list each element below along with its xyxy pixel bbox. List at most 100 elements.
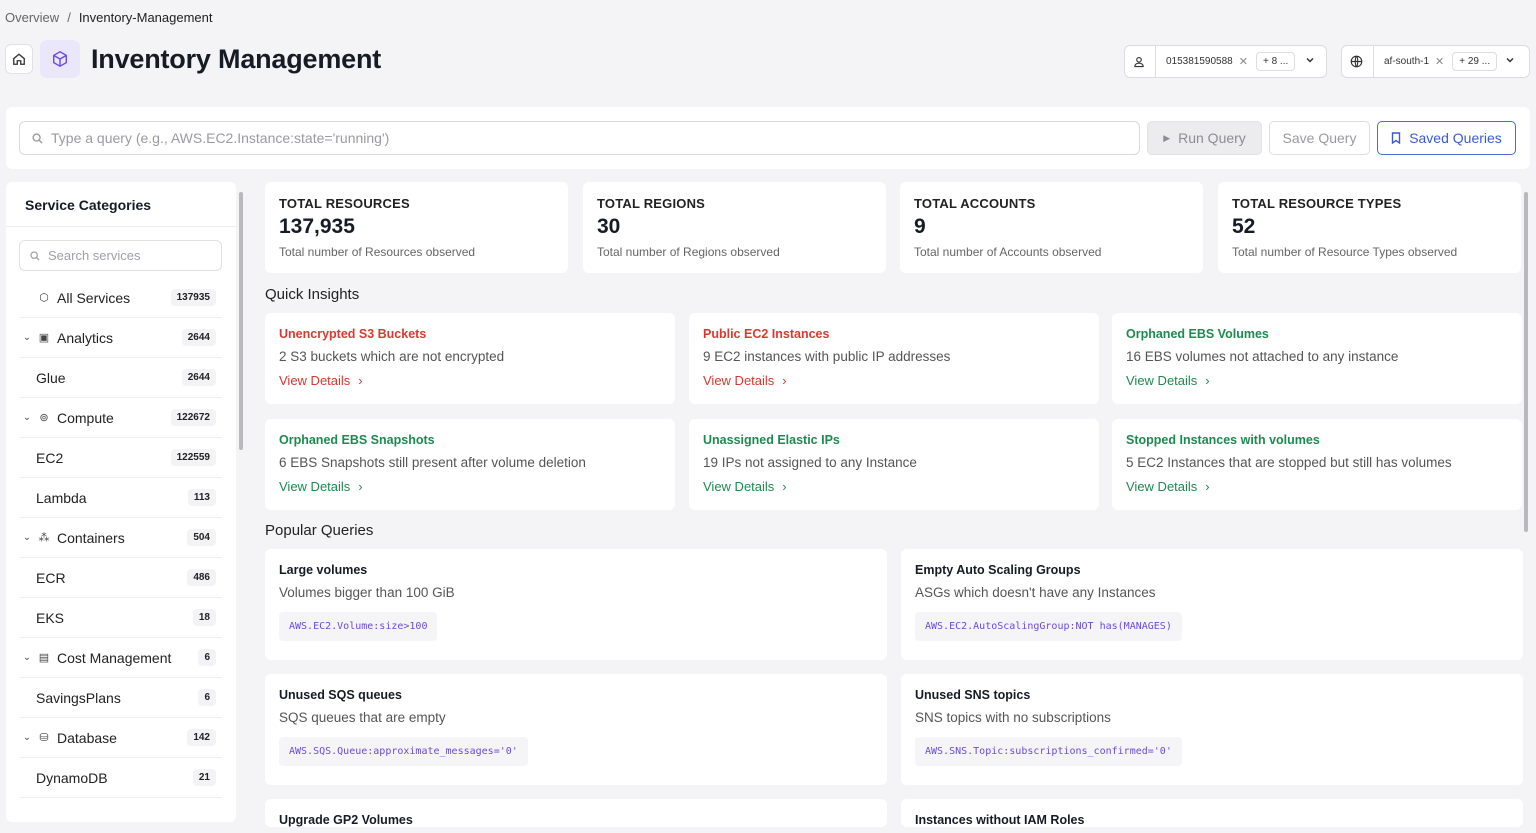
cube-logo — [40, 40, 80, 78]
sidebar-item-label: Lambda — [36, 489, 87, 506]
popular-query-card[interactable]: Upgrade GP2 Volumes — [265, 799, 887, 827]
popular-query-card[interactable]: Unused SQS queues SQS queues that are em… — [265, 674, 887, 785]
bookmark-icon — [1391, 132, 1401, 144]
account-filter[interactable]: 015381590588 ✕ + 8 ... — [1124, 45, 1327, 78]
stat-card-total-regions: TOTAL REGIONS 30 Total number of Regions… — [583, 182, 886, 273]
sidebar-scrollbar[interactable] — [238, 182, 244, 822]
view-details-link[interactable]: View Details › — [1126, 479, 1508, 494]
query-code[interactable]: AWS.EC2.AutoScalingGroup:NOT has(MANAGES… — [915, 612, 1182, 641]
sidebar-item-savingsplans[interactable]: SavingsPlans 6 — [19, 678, 222, 718]
count-badge: 2644 — [181, 369, 216, 386]
sidebar-item-compute[interactable]: ⌄ ⊚ Compute 122672 — [19, 398, 222, 438]
main-scrollbar[interactable] — [1522, 182, 1530, 822]
stat-card-total-resource-types: TOTAL RESOURCE TYPES 52 Total number of … — [1218, 182, 1521, 273]
popular-query-card[interactable]: Empty Auto Scaling Groups ASGs which doe… — [901, 549, 1523, 660]
stat-value: 30 — [597, 215, 621, 238]
view-details-link[interactable]: View Details › — [279, 479, 661, 494]
close-icon[interactable]: ✕ — [1239, 55, 1248, 68]
service-search-placeholder: Search services — [48, 248, 141, 263]
sidebar-item-label: All Services — [57, 289, 131, 306]
insight-description: 6 EBS Snapshots still present after volu… — [279, 455, 586, 470]
sidebar-item-database[interactable]: ⌄ ⛁ Database 142 — [19, 718, 222, 758]
money-icon: ▤ — [38, 652, 50, 664]
region-filter[interactable]: af-south-1 ✕ + 29 ... — [1341, 45, 1530, 78]
view-details-link[interactable]: View Details › — [703, 479, 1085, 494]
divider — [1373, 45, 1374, 78]
home-button[interactable] — [5, 44, 33, 74]
insight-description: 19 IPs not assigned to any Instance — [703, 455, 917, 470]
scrollbar-thumb[interactable] — [1524, 192, 1528, 532]
save-query-button[interactable]: Save Query — [1269, 121, 1370, 155]
sidebar-item-label: ECR — [36, 569, 66, 586]
chevron-down-icon[interactable]: ⌄ — [19, 652, 35, 663]
sidebar-item-dynamodb[interactable]: DynamoDB 21 — [19, 758, 222, 798]
scrollbar-thumb[interactable] — [239, 192, 243, 450]
sidebar-item-label: Cost Management — [57, 649, 172, 666]
chevron-down-icon[interactable] — [1305, 55, 1315, 68]
insight-description: 9 EC2 instances with public IP addresses — [703, 349, 951, 364]
query-code[interactable]: AWS.EC2.Volume:size>100 — [279, 612, 438, 641]
sidebar-item-ec2[interactable]: EC2 122559 — [19, 438, 222, 478]
sidebar-item-lambda[interactable]: Lambda 113 — [19, 478, 222, 518]
search-icon — [30, 250, 40, 261]
query-input[interactable]: Type a query (e.g., AWS.EC2.Instance:sta… — [19, 121, 1140, 155]
count-badge: 6 — [198, 689, 216, 706]
query-title: Unused SQS queues — [279, 688, 402, 702]
query-code[interactable]: AWS.SQS.Queue:approximate_messages='0' — [279, 737, 528, 766]
chevron-right-icon: › — [782, 373, 787, 388]
saved-queries-button[interactable]: Saved Queries — [1377, 121, 1516, 155]
popular-query-card[interactable]: Large volumes Volumes bigger than 100 Gi… — [265, 549, 887, 660]
query-code[interactable]: AWS.SNS.Topic:subscriptions_confirmed='0… — [915, 737, 1182, 766]
stat-description: Total number of Regions observed — [597, 245, 780, 259]
stat-value: 9 — [914, 215, 926, 238]
chevron-right-icon: › — [1205, 479, 1210, 494]
sidebar-item-ecr[interactable]: ECR 486 — [19, 558, 222, 598]
cube-icon: ⬡ — [39, 292, 49, 304]
run-query-button[interactable]: ▶ Run Query — [1147, 121, 1262, 155]
stat-label: TOTAL ACCOUNTS — [914, 196, 1036, 211]
user-icon — [1134, 56, 1144, 67]
cube-icon — [52, 50, 68, 68]
view-details-label: View Details — [1126, 479, 1198, 494]
breadcrumb-overview-link[interactable]: Overview — [5, 10, 59, 25]
count-badge: 2644 — [181, 329, 216, 346]
sidebar-item-label: SavingsPlans — [36, 689, 121, 706]
divider — [1155, 45, 1156, 78]
sidebar-item-cost-management[interactable]: ⌄ ▤ Cost Management 6 — [19, 638, 222, 678]
view-details-link[interactable]: View Details › — [1126, 373, 1508, 388]
insight-title: Orphaned EBS Snapshots — [279, 433, 435, 447]
chevron-down-icon[interactable]: ⌄ — [19, 532, 35, 543]
sidebar-item-analytics[interactable]: ⌄ ▣ Analytics 2644 — [19, 318, 222, 358]
run-query-label: Run Query — [1178, 130, 1246, 146]
chevron-down-icon[interactable]: ⌄ — [19, 732, 35, 743]
sidebar-item-glue[interactable]: Glue 2644 — [19, 358, 222, 398]
sidebar-item-label: DynamoDB — [36, 769, 108, 786]
sidebar-item-label: Database — [57, 729, 117, 746]
insight-card: Unencrypted S3 Buckets 2 S3 buckets whic… — [265, 313, 675, 404]
account-more-chip[interactable]: + 8 ... — [1255, 52, 1296, 71]
insight-title: Unassigned Elastic IPs — [703, 433, 840, 447]
analytics-icon: ▣ — [38, 332, 50, 344]
insight-title: Public EC2 Instances — [703, 327, 830, 341]
insight-title: Stopped Instances with volumes — [1126, 433, 1320, 447]
service-search-input[interactable]: Search services — [19, 240, 222, 271]
count-badge: 18 — [192, 609, 216, 626]
sidebar-item-all-services[interactable]: ⬡ All Services 137935 — [19, 278, 222, 318]
chevron-down-icon[interactable] — [1505, 55, 1515, 68]
view-details-link[interactable]: View Details › — [279, 373, 661, 388]
close-icon[interactable]: ✕ — [1435, 55, 1444, 68]
search-icon — [32, 132, 43, 144]
chevron-down-icon[interactable]: ⌄ — [19, 412, 35, 423]
region-more-chip[interactable]: + 29 ... — [1452, 52, 1498, 71]
sidebar-item-eks[interactable]: EKS 18 — [19, 598, 222, 638]
sidebar-item-containers[interactable]: ⌄ ⁂ Containers 504 — [19, 518, 222, 558]
popular-query-card[interactable]: Instances without IAM Roles — [901, 799, 1523, 827]
saved-queries-label: Saved Queries — [1409, 130, 1502, 146]
chevron-down-icon[interactable]: ⌄ — [19, 332, 35, 343]
containers-icon: ⁂ — [38, 532, 50, 544]
popular-query-card[interactable]: Unused SNS topics SNS topics with no sub… — [901, 674, 1523, 785]
account-chip: 015381590588 ✕ — [1166, 55, 1248, 68]
view-details-link[interactable]: View Details › — [703, 373, 1085, 388]
query-description: SQS queues that are empty — [279, 710, 446, 725]
play-icon: ▶ — [1163, 132, 1171, 143]
